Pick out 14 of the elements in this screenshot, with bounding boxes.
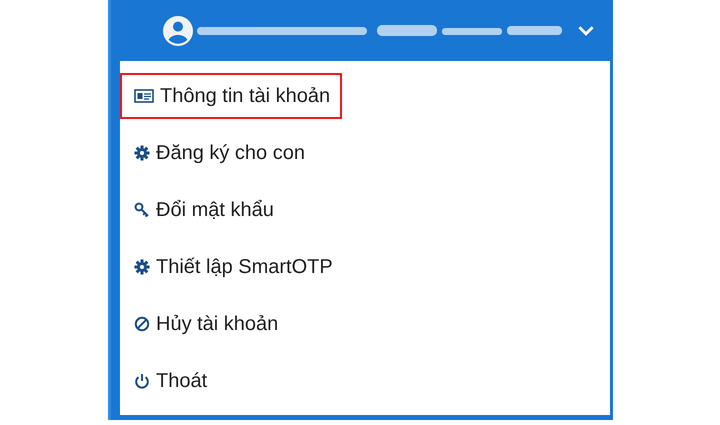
- menu-item[interactable]: Thiết lập SmartOTP: [120, 244, 345, 290]
- power-icon: [134, 373, 150, 389]
- menu-item[interactable]: Thoát: [120, 358, 220, 404]
- ban-icon: [134, 316, 150, 332]
- key-icon: [134, 202, 150, 218]
- menu-item[interactable]: Thông tin tài khoản: [120, 73, 342, 119]
- caret-icon[interactable]: [577, 25, 595, 36]
- gear-icon: [134, 145, 150, 161]
- gear-icon: [134, 259, 150, 275]
- menu-item[interactable]: Hủy tài khoản: [120, 301, 290, 347]
- menu-item[interactable]: Đổi mật khẩu: [120, 187, 286, 233]
- menu-item[interactable]: Đăng ký cho con: [120, 130, 317, 176]
- user-avatar-icon[interactable]: [163, 16, 193, 46]
- id-card-icon: [134, 88, 154, 104]
